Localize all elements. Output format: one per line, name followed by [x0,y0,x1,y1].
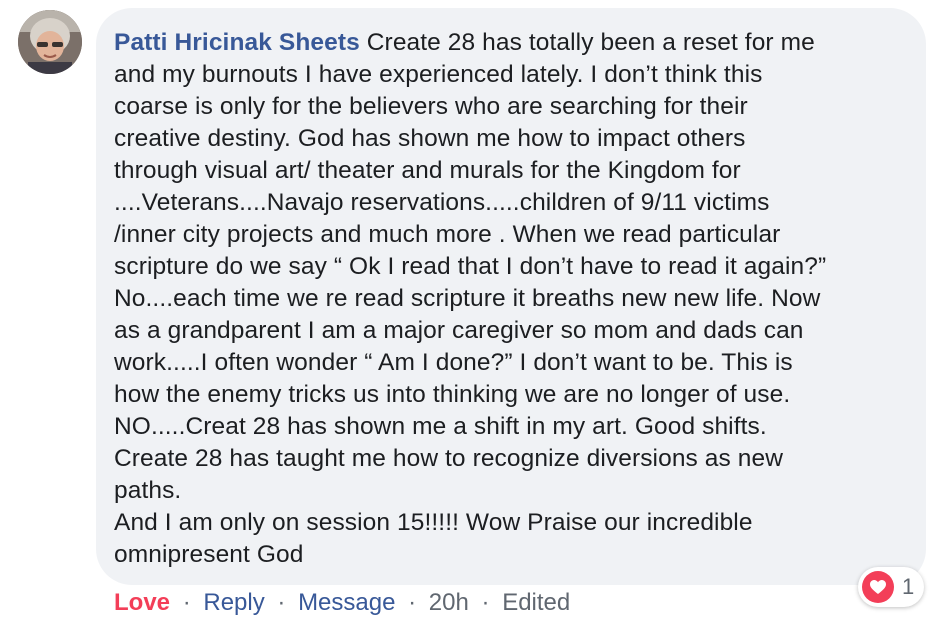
timestamp[interactable]: 20h [429,589,469,616]
separator-dot: · [277,589,286,616]
comment-line: creative destiny. God has shown me how t… [114,125,746,152]
message-button[interactable]: Message [298,589,395,616]
reaction-count: 1 [902,574,915,599]
comment-line: paths. [114,477,182,504]
comment-actions: Love · Reply · Message · 20h · Edited [114,587,570,619]
comment-line: and my burnouts I have experienced latel… [114,61,763,88]
comment: Patti Hricinak Sheets Create 28 has tota… [0,0,936,624]
reply-button[interactable]: Reply [203,589,264,616]
comment-line: omnipresent God [114,541,304,568]
comment-line: No....each time we re read scripture it … [114,285,821,312]
comment-line: as a grandparent I am a major caregiver … [114,317,804,344]
avatar[interactable] [18,10,82,74]
separator-dot: · [182,589,191,616]
comment-line: Create 28 has taught me how to recognize… [114,445,784,472]
comment-line: through visual art/ theater and murals f… [114,157,741,184]
separator-dot: · [481,589,490,616]
avatar-image [18,10,82,74]
comment-line: how the enemy tricks us into thinking we… [114,381,791,408]
comment-line: coarse is only for the believers who are… [114,93,748,120]
comment-line: scripture do we say “ Ok I read that I d… [114,253,827,280]
edited-label[interactable]: Edited [502,589,570,616]
comment-line: NO.....Creat 28 has shown me a shift in … [114,413,767,440]
separator-dot: · [408,589,417,616]
comment-line: And I am only on session 15!!!!! Wow Pra… [114,509,753,536]
comment-line: Create 28 has totally been a reset for m… [366,29,815,56]
author-name[interactable]: Patti Hricinak Sheets [114,29,360,56]
love-button[interactable]: Love [114,589,170,616]
comment-line: ....Veterans....Navajo reservations.....… [114,189,770,216]
reaction-summary[interactable]: 1 [858,567,925,607]
comment-text: Patti Hricinak Sheets Create 28 has tota… [114,27,914,571]
comment-line: /inner city projects and much more . Whe… [114,221,781,248]
comment-line: work.....I often wonder “ Am I done?” I … [114,349,793,376]
heart-icon [862,571,894,603]
